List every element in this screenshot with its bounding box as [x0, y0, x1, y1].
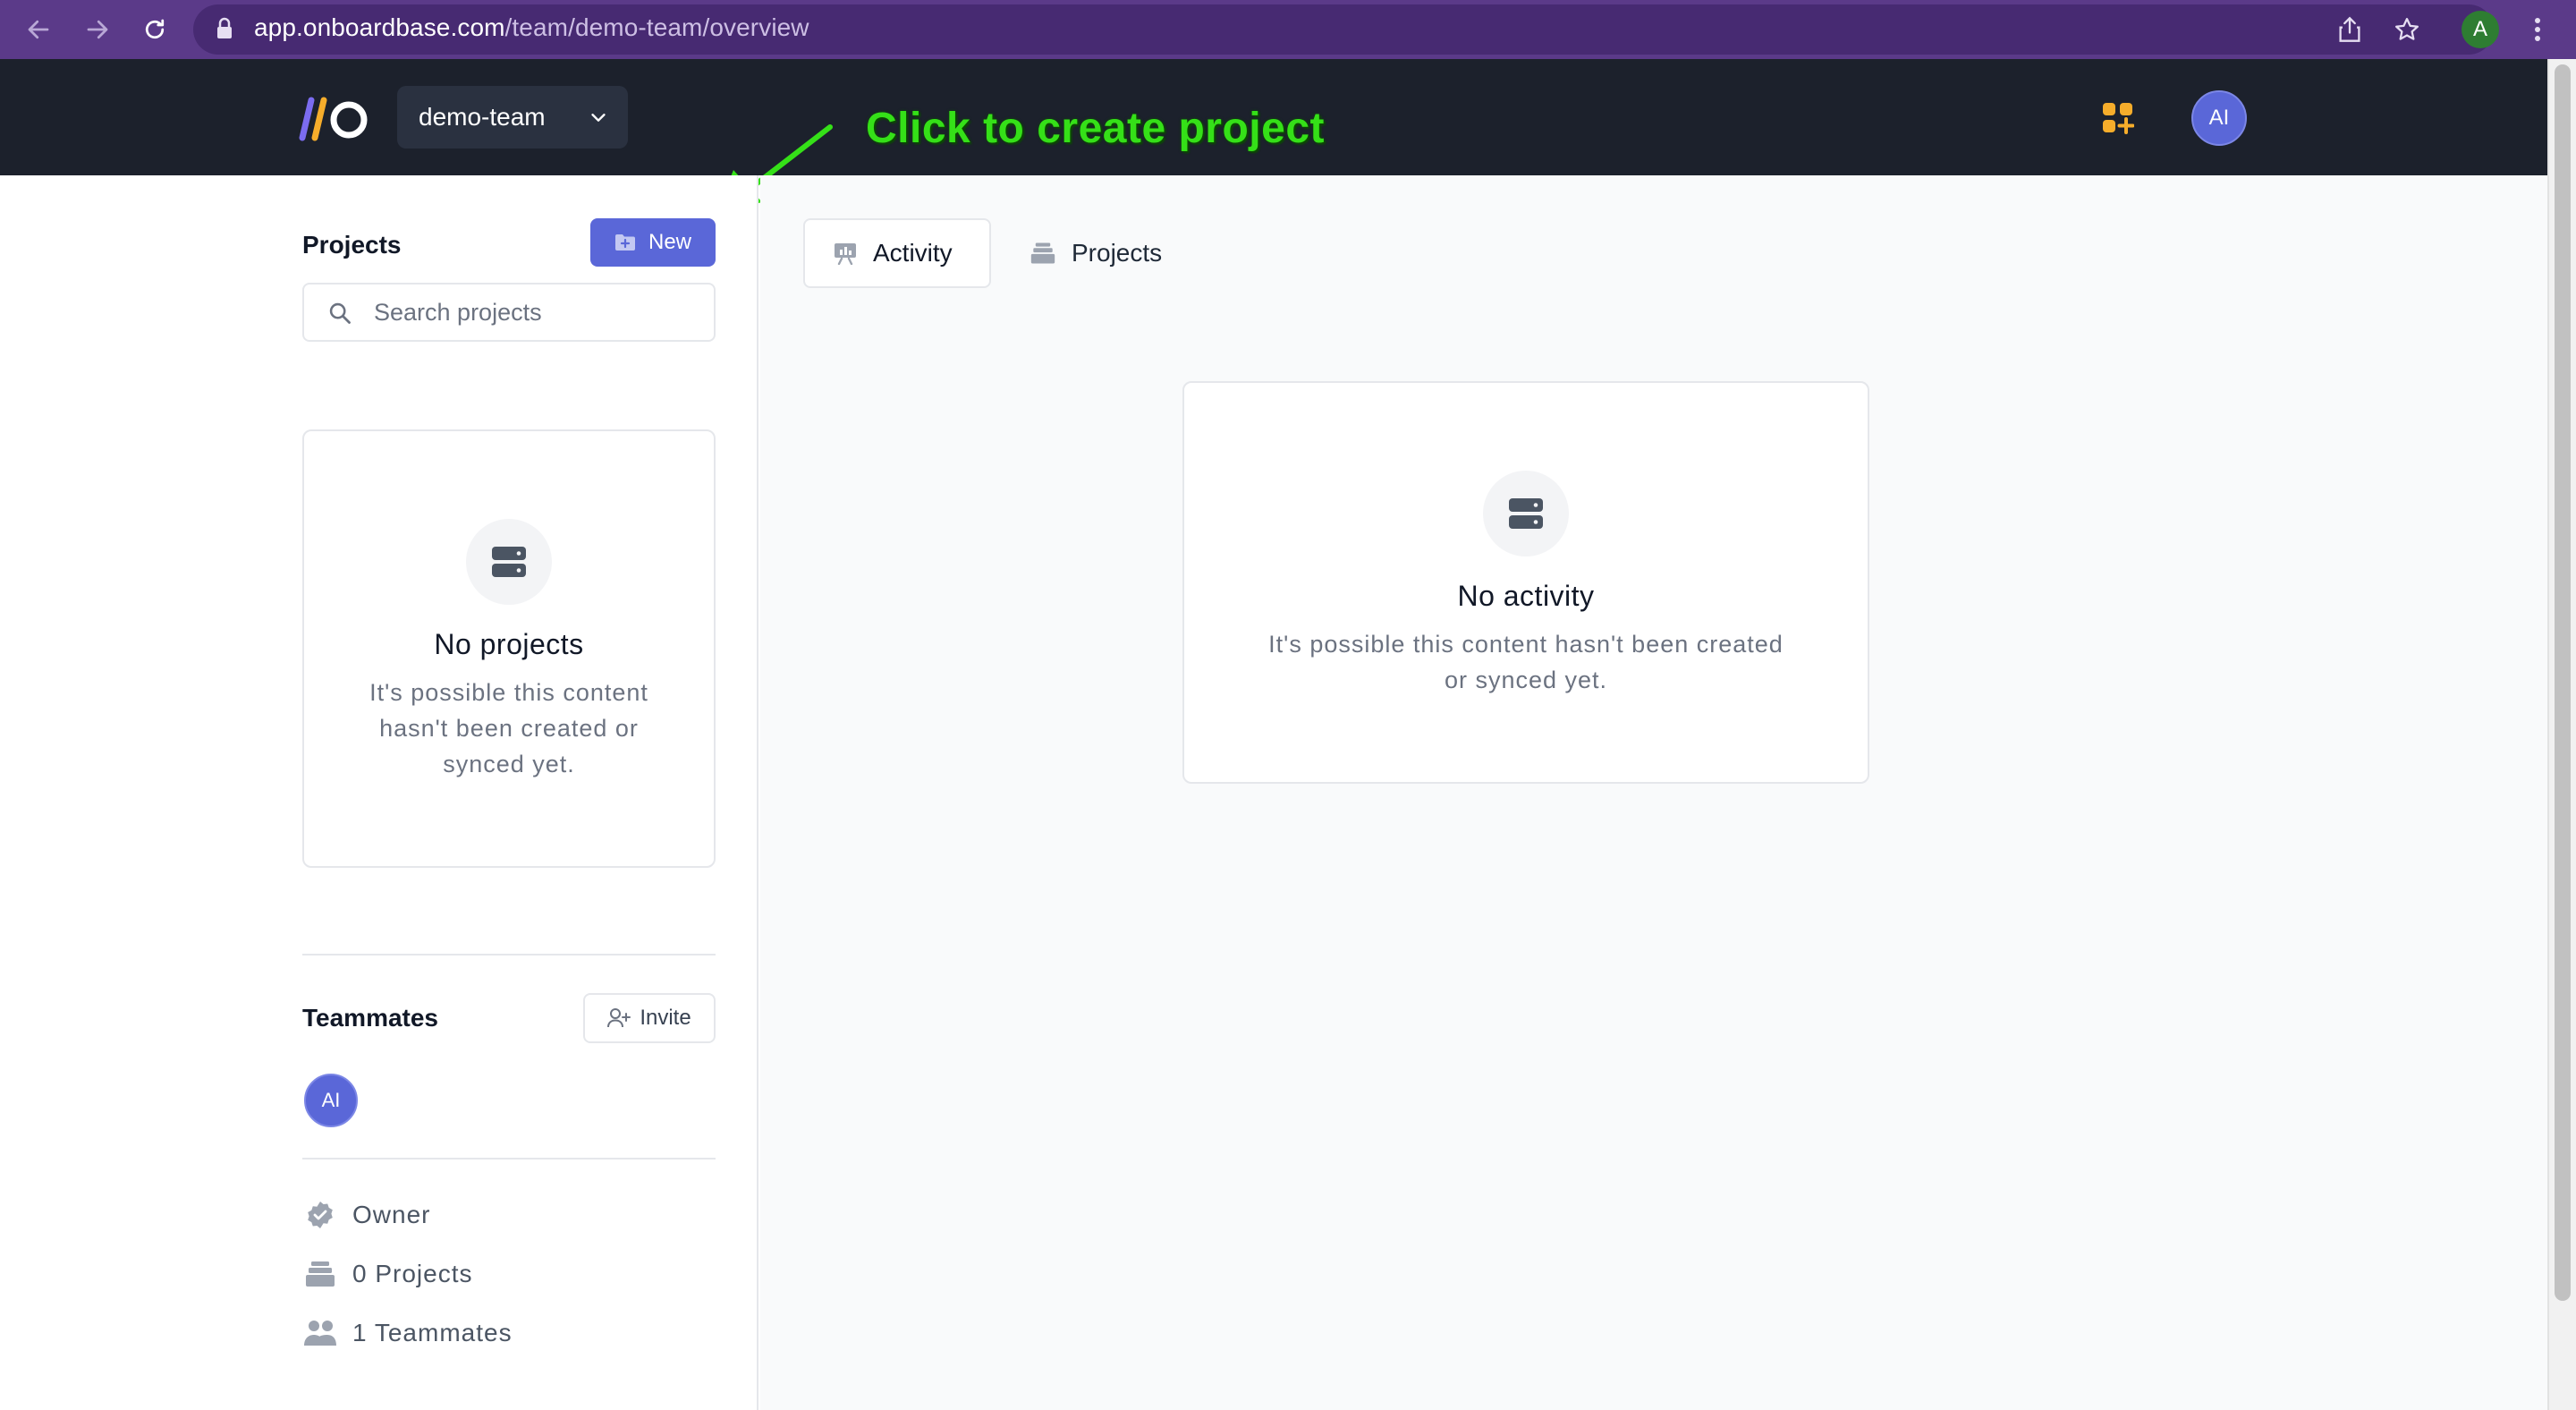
- back-icon[interactable]: [18, 9, 59, 50]
- share-icon[interactable]: [2329, 9, 2370, 50]
- server-icon: [466, 519, 552, 605]
- no-activity-description: It's possible this content hasn't been c…: [1184, 626, 1868, 698]
- no-projects-desc-line2: hasn't been created or: [379, 715, 639, 742]
- search-projects-box: [302, 283, 716, 342]
- no-projects-description: It's possible this content hasn't been c…: [304, 675, 714, 782]
- no-activity-desc-line1: It's possible this content hasn't been c…: [1268, 631, 1784, 658]
- teammate-avatar[interactable]: AI: [304, 1074, 358, 1127]
- invite-button-label: Invite: [640, 1006, 691, 1030]
- no-projects-title: No projects: [434, 628, 584, 660]
- projects-section-title: Projects: [302, 231, 402, 259]
- browser-menu-icon[interactable]: [2517, 9, 2558, 50]
- team-name: demo-team: [419, 103, 546, 131]
- url-path: /team/demo-team/overview: [504, 13, 809, 41]
- stat-role: Owner: [302, 1197, 430, 1233]
- url-domain: app.onboardbase.com: [254, 13, 505, 41]
- teammates-section-title: Teammates: [302, 1004, 439, 1032]
- user-avatar[interactable]: AI: [2191, 90, 2247, 146]
- users-icon: [302, 1315, 338, 1351]
- browser-toolbar: app.onboardbase.com/team/demo-team/overv…: [0, 0, 2576, 59]
- onboardbase-logo[interactable]: [299, 97, 370, 141]
- presentation-chart-icon: [835, 243, 856, 265]
- lock-icon[interactable]: [215, 17, 234, 45]
- bookmark-star-icon[interactable]: [2386, 9, 2428, 50]
- main-content: Activity Projects No activity It's possi…: [760, 175, 2547, 1410]
- stat-teammates-text: 1 Teammates: [352, 1319, 513, 1346]
- forward-icon[interactable]: [77, 9, 118, 50]
- stat-projects: 0 Projects: [302, 1256, 473, 1292]
- scrollbar-thumb[interactable]: [2555, 64, 2571, 1301]
- no-activity-desc-line2: or synced yet.: [1444, 667, 1608, 693]
- invite-button[interactable]: Invite: [583, 993, 716, 1043]
- folder-plus-icon: [614, 234, 635, 251]
- chevron-down-icon: [589, 107, 608, 132]
- annotation-label: Click to create project: [866, 105, 1326, 152]
- tab-projects-label: Projects: [1072, 239, 1163, 267]
- apps-grid-icon[interactable]: [2102, 102, 2135, 134]
- tab-projects[interactable]: Projects: [1029, 218, 1162, 288]
- stat-teammates: 1 Teammates: [302, 1315, 513, 1351]
- teammates-divider: [302, 1158, 716, 1159]
- badge-check-icon: [302, 1197, 338, 1233]
- stack-icon: [302, 1256, 338, 1292]
- user-plus-icon: [607, 1008, 631, 1028]
- tab-activity-label: Activity: [873, 239, 953, 267]
- server-icon: [1483, 471, 1569, 556]
- search-projects-input[interactable]: [374, 285, 705, 340]
- sidebar: Projects New No projects It's possible t…: [0, 175, 758, 1410]
- sidebar-divider: [302, 954, 716, 956]
- stat-projects-text: 0 Projects: [352, 1260, 473, 1287]
- no-activity-title: No activity: [1457, 580, 1595, 612]
- url-text[interactable]: app.onboardbase.com/team/demo-team/overv…: [254, 13, 809, 42]
- new-button-label: New: [648, 230, 691, 254]
- tab-activity[interactable]: Activity: [803, 218, 991, 288]
- search-icon: [327, 301, 352, 330]
- reload-icon[interactable]: [134, 9, 175, 50]
- no-projects-card: No projects It's possible this content h…: [302, 429, 716, 868]
- new-project-button[interactable]: New: [590, 218, 716, 267]
- browser-profile-avatar[interactable]: A: [2462, 11, 2499, 48]
- stack-icon: [1030, 242, 1055, 264]
- team-selector[interactable]: demo-team: [397, 86, 628, 149]
- no-projects-desc-line3: synced yet.: [443, 751, 575, 777]
- no-projects-desc-line1: It's possible this content: [369, 679, 648, 706]
- no-activity-card: No activity It's possible this content h…: [1182, 381, 1869, 784]
- stat-role-text: Owner: [352, 1201, 431, 1228]
